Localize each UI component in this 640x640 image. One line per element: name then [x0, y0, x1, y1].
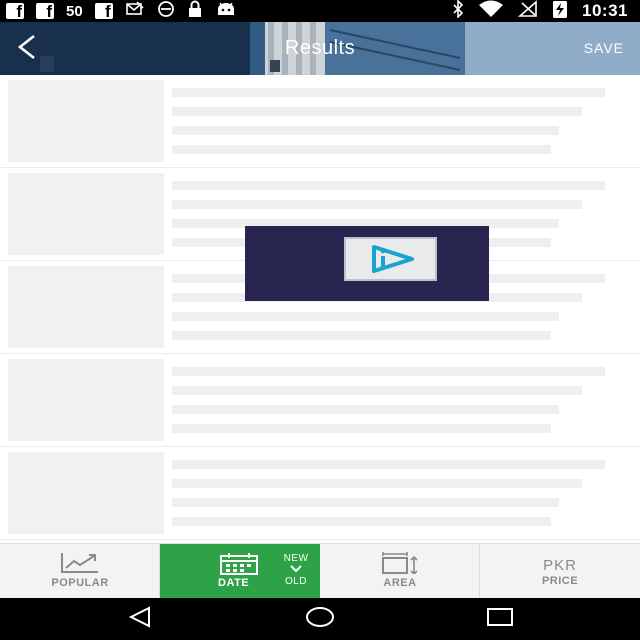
- text-placeholder: [172, 200, 582, 209]
- area-dimensions-icon: [380, 552, 420, 579]
- text-placeholder: [172, 145, 551, 154]
- bluetooth-icon: [452, 0, 464, 23]
- notification-count: 50: [66, 2, 83, 20]
- wifi-icon: [478, 0, 504, 23]
- text-placeholder: [172, 405, 559, 414]
- sync-icon: [157, 0, 175, 23]
- email-icon: [125, 0, 145, 23]
- sort-popular-button[interactable]: POPULAR: [0, 544, 160, 599]
- loading-overlay: [245, 226, 489, 301]
- sort-bar: POPULAR DATE NEW OLD AREA PKR PRICE: [0, 543, 640, 599]
- text-placeholder: [172, 460, 605, 469]
- play-logo-icon: [344, 237, 437, 281]
- nav-home-button[interactable]: [290, 598, 350, 640]
- text-placeholder: [172, 367, 605, 376]
- list-item-placeholder: [0, 447, 640, 540]
- status-bar: f f 50 f 10:31: [0, 0, 640, 22]
- text-placeholder: [172, 181, 605, 190]
- sort-date-button[interactable]: DATE NEW OLD: [160, 544, 320, 599]
- status-time: 10:31: [582, 1, 628, 20]
- date-order-toggle[interactable]: NEW OLD: [278, 553, 314, 587]
- list-item-placeholder: [0, 75, 640, 168]
- list-item-placeholder: [0, 354, 640, 447]
- thumbnail-placeholder: [8, 452, 164, 534]
- sort-date-label: DATE: [218, 577, 250, 589]
- app-header: Results SAVE: [0, 22, 640, 75]
- sort-area-label: AREA: [383, 577, 417, 589]
- battery-charging-icon: [552, 0, 568, 24]
- text-placeholder: [172, 126, 559, 135]
- text-placeholder: [172, 498, 559, 507]
- text-placeholder: [172, 331, 551, 340]
- system-nav-bar: [0, 598, 640, 640]
- text-placeholder: [172, 107, 582, 116]
- text-placeholder: [172, 386, 582, 395]
- trend-chart-icon: [60, 552, 100, 579]
- save-button[interactable]: SAVE: [584, 22, 624, 75]
- thumbnail-placeholder: [8, 80, 164, 162]
- recents-square-icon: [486, 606, 514, 633]
- thumbnail-placeholder: [8, 173, 164, 255]
- text-placeholder: [172, 517, 551, 526]
- sort-price-button[interactable]: PKR PRICE: [480, 544, 640, 599]
- sort-area-button[interactable]: AREA: [320, 544, 480, 599]
- chevron-down-icon: [278, 564, 314, 575]
- facebook-icon: f: [94, 3, 113, 19]
- order-new-label: NEW: [283, 553, 309, 564]
- thumbnail-placeholder: [8, 359, 164, 441]
- results-list: [0, 75, 640, 543]
- thumbnail-placeholder: [8, 266, 164, 348]
- no-signal-icon: [517, 0, 538, 23]
- text-placeholder: [172, 479, 582, 488]
- price-currency-label: PKR: [543, 557, 577, 574]
- sort-popular-label: POPULAR: [51, 577, 109, 589]
- sort-price-label: PRICE: [541, 575, 579, 587]
- order-old-label: OLD: [284, 576, 308, 587]
- page-title: Results: [284, 37, 356, 59]
- text-placeholder: [172, 424, 551, 433]
- text-placeholder: [172, 88, 605, 97]
- text-placeholder: [172, 312, 559, 321]
- facebook-icon: f: [6, 3, 24, 19]
- back-triangle-icon: [127, 605, 153, 633]
- nav-recents-button[interactable]: [470, 598, 530, 640]
- home-circle-icon: [305, 606, 335, 633]
- calendar-icon: [220, 553, 258, 580]
- android-icon: [215, 0, 237, 23]
- nav-back-button[interactable]: [110, 598, 170, 640]
- lock-icon: [187, 0, 203, 23]
- facebook-icon: f: [36, 3, 54, 19]
